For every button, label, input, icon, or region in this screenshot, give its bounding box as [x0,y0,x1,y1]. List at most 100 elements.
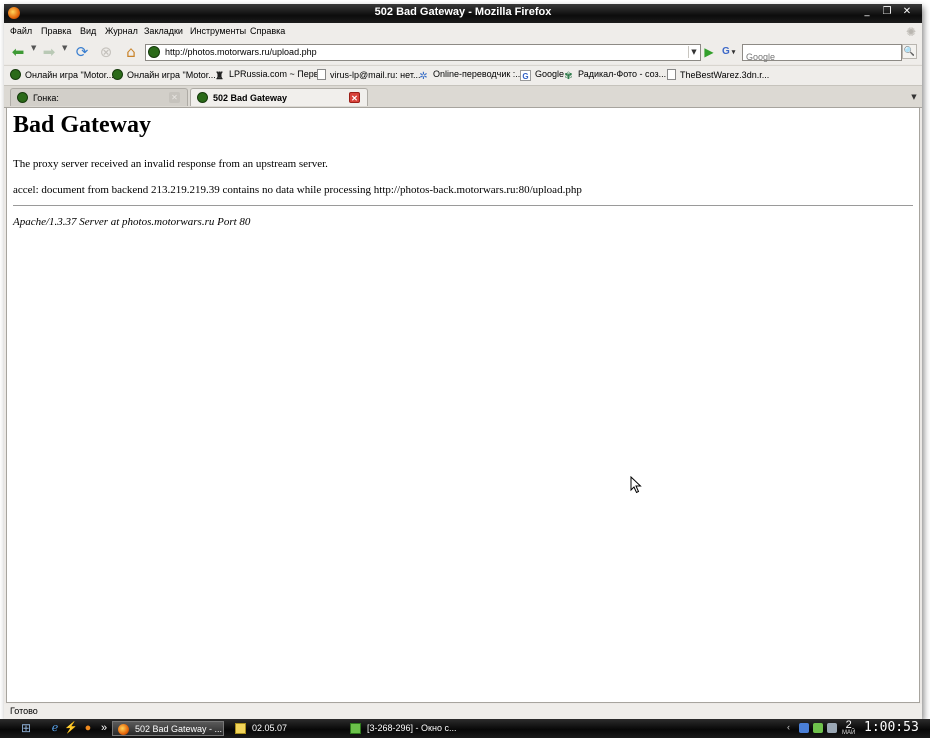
notepad-icon [235,723,246,734]
bookmarks-toolbar: Онлайн игра "Motor... Онлайн игра "Motor… [4,65,922,85]
bookmark-item[interactable]: G Google [520,69,564,81]
date-indicator[interactable]: 2 МАЙ [842,720,855,737]
chat-window-icon [350,723,361,734]
google-icon: G [722,46,730,57]
close-tab-icon[interactable]: ✕ [169,92,180,103]
antivirus-tray-icon[interactable] [813,723,823,733]
page-icon [667,69,676,80]
bookmark-label: Радикал-Фото - соз... [578,69,667,79]
taskbar-item-label: 502 Bad Gateway - ... [135,724,223,734]
tab-bad-gateway[interactable]: 502 Bad Gateway ✕ [190,88,368,106]
lpr-icon: ♜ [215,71,224,82]
clock[interactable]: 1:00:53 [864,720,919,735]
minimize-button[interactable]: _ [860,6,874,19]
start-button[interactable]: ⊞ [12,721,40,736]
menu-file[interactable]: Файл [10,26,32,36]
page-content: Bad Gateway The proxy server received an… [6,107,920,703]
bookmark-label: Онлайн игра "Motor... [127,70,216,80]
stop-icon[interactable]: ⊗ [97,43,115,61]
bookmark-label: virus-lp@mail.ru: нет... [330,70,421,80]
menu-help[interactable]: Справка [250,26,285,36]
go-button[interactable]: ▶ [702,45,716,59]
taskbar: ⊞ ℯ ⚡ ● » 502 Bad Gateway - ... 02.05.07… [0,719,930,738]
motorwars-icon [10,69,21,80]
page-icon [317,69,326,80]
menu-bookmarks[interactable]: Закладки [144,26,183,36]
bookmark-label: Online-переводчик :... [433,69,523,79]
activity-throbber-icon: ✺ [905,25,916,39]
navigation-toolbar: ⬅ ▼ ➡ ▼ ⟳ ⊗ ⌂ http://photos.motorwars.ru… [4,40,922,64]
close-window-button[interactable]: ✕ [900,6,914,19]
menu-history[interactable]: Журнал [105,26,138,36]
window-title: 502 Bad Gateway - Mozilla Firefox [374,6,552,18]
divider [13,205,913,206]
home-icon[interactable]: ⌂ [122,43,140,61]
search-input[interactable] [743,50,889,64]
title-bar[interactable]: 502 Bad Gateway - Mozilla Firefox _ ❐ ✕ [4,4,922,23]
error-detail: accel: document from backend 213.219.219… [13,184,582,196]
bookmark-item[interactable]: ✾ Радикал-Фото - соз... [563,69,666,82]
search-box[interactable] [742,44,902,64]
status-bar: Готово [4,704,922,719]
motorwars-icon [112,69,123,80]
google-icon: G [520,70,531,81]
tab-label: Гонка: [33,93,59,103]
taskbar-item-label: [3-268-296] - Окно с... [367,723,457,733]
menu-edit[interactable]: Правка [41,26,71,36]
status-text: Готово [10,706,38,716]
taskbar-item-label: 02.05.07 [252,723,288,733]
bookmark-item[interactable]: TheBestWarez.3dn.r... [667,69,769,80]
error-message: The proxy server received an invalid res… [13,158,328,170]
bookmark-label: Онлайн игра "Motor... [25,70,114,80]
firefox-window: 502 Bad Gateway - Mozilla Firefox _ ❐ ✕ … [4,4,922,719]
tab-label: 502 Bad Gateway [213,93,288,103]
url-history-dropdown[interactable]: ▼ [688,46,699,58]
bookmark-item[interactable]: Онлайн игра "Motor... [10,69,114,80]
page-heading: Bad Gateway [13,112,151,138]
tab-gonka[interactable]: Гонка: ✕ [10,88,188,106]
forward-history-dropdown[interactable]: ▼ [62,44,67,52]
close-tab-icon[interactable]: ✕ [349,92,360,103]
bookmark-item[interactable]: virus-lp@mail.ru: нет... [317,69,420,80]
taskbar-item-firefox[interactable]: 502 Bad Gateway - ... [112,721,224,736]
back-arrow-icon[interactable]: ⬅ [9,43,27,61]
menu-bar: Файл Правка Вид Журнал Закладки Инструме… [4,23,922,40]
search-icon[interactable]: 🔍 [902,44,917,59]
search-engine-selector[interactable]: G ▾ [722,44,742,60]
back-history-dropdown[interactable]: ▼ [31,44,36,52]
bookmark-label: TheBestWarez.3dn.r... [680,70,770,80]
motorwars-icon [197,92,208,103]
internet-explorer-icon[interactable]: ℯ [48,721,62,735]
bookmark-item[interactable]: ♜ LPRussia.com ~ Перв... [214,69,326,82]
motorwars-icon [17,92,28,103]
bookmark-label: Google [535,69,565,79]
url-text[interactable]: http://photos.motorwars.ru/upload.php [165,47,317,57]
firefox-icon[interactable]: ● [81,721,95,735]
maximize-button[interactable]: ❐ [880,6,894,19]
server-signature: Apache/1.3.37 Server at photos.motorwars… [13,216,251,228]
network-tray-icon[interactable] [799,723,809,733]
date-month: МАЙ [842,730,856,736]
bookmark-item[interactable]: Онлайн игра "Motor... [112,69,216,80]
desktop: 502 Bad Gateway - Mozilla Firefox _ ❐ ✕ … [0,0,930,747]
bookmark-label: LPRussia.com ~ Перв... [229,69,327,79]
show-hidden-icons-button[interactable]: ‹ [787,722,790,732]
taskbar-item-folder[interactable]: 02.05.07 [230,721,340,736]
forward-arrow-icon[interactable]: ➡ [40,43,58,61]
volume-tray-icon[interactable] [827,723,837,733]
bookmark-item[interactable]: ✲ Online-переводчик :... [418,69,523,82]
radikal-icon: ✾ [564,71,573,82]
date-day: 2 [845,719,852,731]
translate-icon: ✲ [419,71,428,82]
list-all-tabs-button[interactable]: ▼ [908,90,920,104]
site-favicon-icon [148,46,160,58]
tab-bar: Гонка: ✕ 502 Bad Gateway ✕ ▼ [4,85,922,108]
address-bar[interactable]: http://photos.motorwars.ru/upload.php ▼ [145,44,701,61]
menu-view[interactable]: Вид [80,26,96,36]
menu-tools[interactable]: Инструменты [190,26,246,36]
reload-icon[interactable]: ⟳ [73,43,91,61]
firefox-icon [118,724,129,735]
winamp-icon[interactable]: ⚡ [64,721,78,735]
taskbar-item-chat[interactable]: [3-268-296] - Окно с... [345,721,495,736]
quick-launch-more-button[interactable]: » [97,721,111,735]
